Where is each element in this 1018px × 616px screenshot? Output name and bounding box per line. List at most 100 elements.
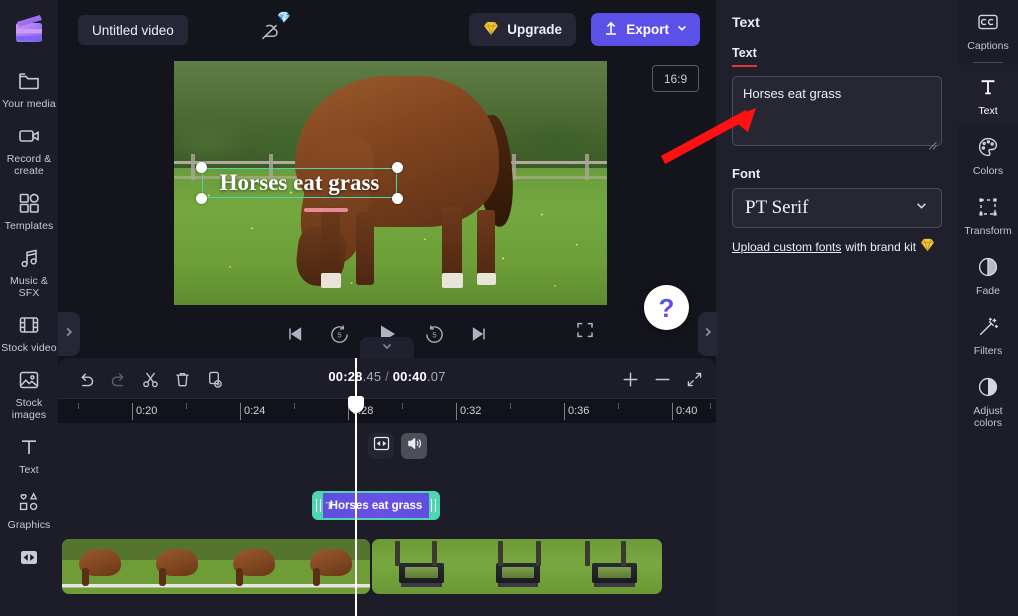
zoom-out-button[interactable]	[650, 367, 674, 391]
font-dropdown[interactable]: PT Serif	[732, 188, 942, 228]
timeline-panel: 00:28.45 / 00:40.07 0:20 0:24 0:28 0:32 …	[58, 358, 716, 616]
chevron-down-icon	[914, 198, 929, 218]
upgrade-button[interactable]: Upgrade	[469, 13, 576, 46]
sidebar-item-stock-images[interactable]: Stock images	[0, 360, 58, 427]
timeline-video-clip-laptop[interactable]	[372, 539, 662, 594]
contrast-circle-icon	[975, 374, 1001, 400]
sidebar-label: Graphics	[7, 519, 51, 531]
text-clip-type-icon: T	[326, 499, 334, 512]
export-label: Export	[626, 22, 669, 37]
horse-sock	[442, 273, 464, 288]
rail-item-captions[interactable]: Captions	[958, 0, 1018, 60]
rail-label: Captions	[967, 40, 1009, 52]
cloud-sync-off-button[interactable]: 💎	[258, 12, 292, 44]
video-preview-canvas[interactable]: Horses eat grass	[174, 61, 607, 305]
sidebar-item-transitions[interactable]	[0, 537, 58, 576]
app-logo[interactable]	[9, 9, 49, 49]
rail-item-fade[interactable]: Fade	[958, 245, 1018, 305]
clip-thumbnail	[139, 539, 216, 594]
horse-sock	[321, 273, 342, 288]
timeline-tracks: T Horses eat grass	[58, 423, 716, 616]
sidebar-label: Templates	[4, 220, 54, 232]
rail-item-transform[interactable]: Transform	[958, 185, 1018, 245]
film-strip-icon	[16, 312, 42, 338]
preview-collapse-toggle[interactable]	[360, 337, 414, 359]
current-time-frames: .45	[362, 369, 382, 384]
upload-suffix-text: with brand kit	[845, 239, 917, 254]
ruler-label: 0:20	[136, 405, 158, 417]
resize-handle-top-right[interactable]	[392, 162, 403, 173]
templates-grid-icon	[16, 190, 42, 216]
resize-handle-top-left[interactable]	[196, 162, 207, 173]
audio-badge-button[interactable]	[401, 433, 427, 459]
sidebar-item-text[interactable]: Text	[0, 427, 58, 482]
project-title-field[interactable]: Untitled video	[78, 15, 188, 45]
upload-custom-fonts-link[interactable]: Upload custom fonts	[732, 240, 841, 254]
sidebar-item-stock-video[interactable]: Stock video	[0, 305, 58, 360]
sidebar-item-music-sfx[interactable]: Music & SFX	[0, 238, 58, 305]
transition-badge-button[interactable]	[368, 433, 394, 459]
text-overlay-selection[interactable]: Horses eat grass	[196, 162, 403, 204]
sidebar-label: Text	[19, 464, 39, 476]
timeline-ruler[interactable]: 0:20 0:24 0:28 0:32 0:36 0:40	[58, 398, 716, 423]
gem-icon	[920, 238, 935, 255]
rail-label: Filters	[973, 345, 1003, 357]
timeline-playhead[interactable]	[348, 358, 364, 616]
fit-timeline-button[interactable]	[682, 367, 706, 391]
video-camera-icon	[16, 123, 42, 149]
sidebar-item-record-create[interactable]: Record & create	[0, 116, 58, 183]
rail-label: Fade	[976, 285, 1000, 297]
text-input-wrapper	[732, 67, 942, 151]
image-icon	[16, 367, 42, 393]
timeline-video-clip-horse[interactable]	[62, 539, 370, 594]
left-sidebar: Your media Record & create Templates Mus…	[0, 0, 58, 616]
overlay-text-content: Horses eat grass	[219, 170, 380, 195]
help-button[interactable]: ?	[644, 285, 689, 330]
timeline-text-clip[interactable]: T Horses eat grass	[312, 491, 440, 520]
rail-item-filters[interactable]: Filters	[958, 305, 1018, 365]
fullscreen-button[interactable]	[575, 320, 595, 345]
sidebar-label: Record & create	[6, 153, 52, 177]
resize-handle-bottom-right[interactable]	[392, 193, 403, 204]
chevron-down-icon	[676, 22, 688, 37]
chevron-right-icon	[702, 325, 714, 343]
upload-fonts-row: Upload custom fonts with brand kit	[732, 238, 942, 255]
clip-trim-handle-right[interactable]	[429, 493, 438, 518]
rail-label: Text	[978, 105, 998, 117]
sidebar-item-your-media[interactable]: Your media	[0, 61, 58, 116]
rail-label: Transform	[964, 225, 1012, 237]
forward-5-seconds-button[interactable]: 5	[424, 324, 445, 345]
rail-item-adjust-colors[interactable]: Adjust colors	[958, 365, 1018, 437]
ruler-label: 0:24	[244, 405, 266, 417]
zoom-in-button[interactable]	[618, 367, 642, 391]
speaker-icon	[406, 435, 423, 457]
clip-thumbnail	[468, 539, 566, 594]
ruler-label: 0:36	[568, 405, 590, 417]
export-button[interactable]: Export	[591, 13, 700, 46]
properties-panel: Text Text Font PT Serif Upload custom fo…	[716, 0, 958, 616]
properties-panel-collapse-toggle[interactable]	[698, 312, 718, 356]
sidebar-item-graphics[interactable]: Graphics	[0, 482, 58, 537]
rewind-5-seconds-button[interactable]: 5	[329, 324, 350, 345]
aspect-ratio-label: 16:9	[663, 71, 688, 86]
panel-title: Text	[732, 14, 760, 30]
resize-handle-bottom-left[interactable]	[196, 193, 207, 204]
rail-item-text[interactable]: Text	[958, 65, 1018, 125]
preview-stage: 16:9 Horses eat grass 5 5 ?	[58, 58, 716, 359]
gem-icon: 💎	[277, 12, 291, 24]
rail-item-colors[interactable]: Colors	[958, 125, 1018, 185]
aspect-ratio-button[interactable]: 16:9	[652, 65, 699, 92]
clipchamp-video-editor: Your media Record & create Templates Mus…	[0, 0, 1018, 616]
text-input[interactable]	[732, 76, 942, 146]
sidebar-item-templates[interactable]: Templates	[0, 183, 58, 238]
ruler-label: 0:40	[676, 405, 698, 417]
skip-to-start-button[interactable]	[285, 324, 305, 344]
ruler-label: 0:32	[460, 405, 482, 417]
playhead-handle[interactable]	[348, 396, 364, 413]
rail-label: Adjust colors	[973, 405, 1003, 429]
skip-to-end-button[interactable]	[469, 324, 489, 344]
clip-trim-handle-left[interactable]	[314, 493, 323, 518]
fence-post	[511, 153, 516, 180]
left-panel-collapse-toggle[interactable]	[58, 312, 80, 356]
text-t-icon	[16, 434, 42, 460]
